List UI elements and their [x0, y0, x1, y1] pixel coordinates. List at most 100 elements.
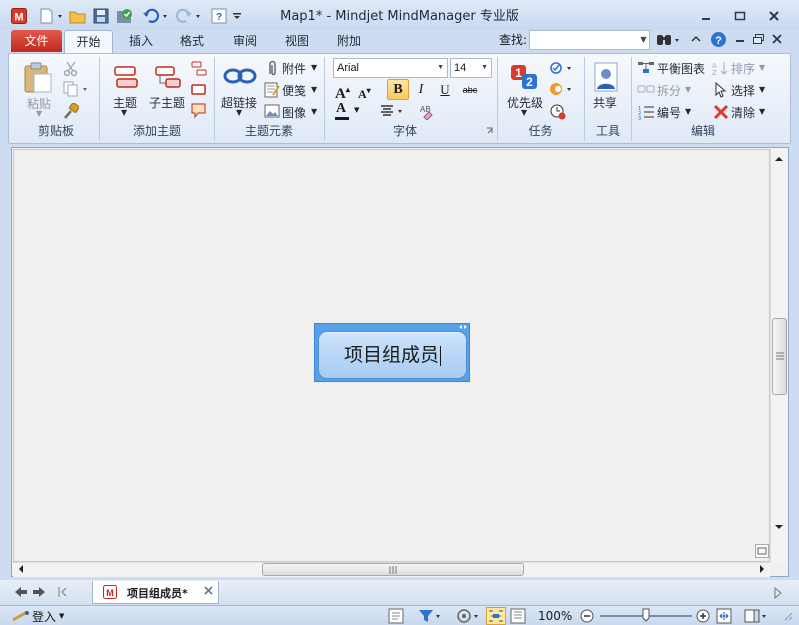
priority-dropdown-icon[interactable]: ▼: [521, 108, 527, 117]
scroll-up-icon[interactable]: [774, 154, 784, 164]
tab-scroll-right-icon[interactable]: [773, 587, 783, 599]
callout-icon[interactable]: [190, 102, 208, 120]
zoom-level: 100%: [538, 609, 573, 623]
help-small-icon[interactable]: ?: [210, 7, 228, 25]
maximize-button[interactable]: [726, 6, 754, 26]
scroll-right-icon[interactable]: [757, 564, 767, 574]
clear-button[interactable]: 清除 ▼: [712, 103, 772, 121]
font-family-dropdown-icon[interactable]: ▼: [437, 59, 444, 77]
vertical-scroll-thumb[interactable]: [772, 318, 787, 395]
filter-icon[interactable]: [418, 608, 444, 624]
customize-toolbar-icon[interactable]: [231, 7, 243, 25]
save-icon[interactable]: [91, 7, 111, 25]
fit-map-icon[interactable]: [716, 608, 732, 624]
next-doc-icon[interactable]: [32, 586, 46, 598]
tab-home[interactable]: 开始: [64, 30, 113, 53]
document-tab[interactable]: M 项目组成员*: [92, 581, 219, 604]
hyperlink-button[interactable]: 超链接 ▼: [219, 60, 261, 118]
font-size-dropdown-icon[interactable]: ▼: [481, 59, 488, 77]
select-button[interactable]: 选择 ▼: [712, 81, 772, 99]
font-family-select[interactable]: Arial ▼: [333, 58, 448, 78]
italic-button[interactable]: I: [412, 81, 430, 99]
doc-restore-icon[interactable]: [752, 33, 766, 47]
font-size-select[interactable]: 14 ▼: [450, 58, 492, 78]
tab-insert[interactable]: 插入: [120, 30, 162, 53]
boundary-icon[interactable]: [190, 82, 208, 98]
scroll-down-icon[interactable]: [774, 522, 784, 532]
tab-list-icon[interactable]: [58, 586, 68, 598]
open-folder-icon[interactable]: [68, 7, 88, 25]
font-group-label: 字体: [392, 124, 417, 138]
font-dialog-launcher-icon[interactable]: [486, 127, 494, 135]
binoculars-icon[interactable]: [656, 32, 682, 48]
doc-close-icon[interactable]: [771, 33, 785, 47]
balance-map-button[interactable]: 平衡图表: [637, 59, 709, 77]
doc-minimize-icon[interactable]: [734, 34, 748, 46]
tab-review[interactable]: 审阅: [224, 30, 266, 53]
clear-format-icon[interactable]: AB: [418, 102, 436, 120]
bold-button[interactable]: B: [387, 79, 409, 100]
outline-view-icon[interactable]: [388, 608, 406, 624]
cut-icon[interactable]: [63, 61, 81, 77]
paste-button[interactable]: 粘贴 ▼: [18, 58, 60, 118]
shrink-font-button[interactable]: A▾: [358, 81, 376, 101]
horizontal-scroll-thumb[interactable]: [262, 563, 524, 576]
sort-button[interactable]: AZ 排序 ▼: [712, 59, 772, 77]
attachment-button[interactable]: 附件 ▼: [263, 59, 323, 77]
app-menu-icon[interactable]: M: [8, 7, 30, 25]
add-subtopic-button[interactable]: 子主题: [148, 60, 188, 118]
map-overview-icon[interactable]: [755, 544, 769, 558]
tab-addins[interactable]: 附加: [328, 30, 370, 53]
task-pane-icon[interactable]: [744, 608, 770, 624]
publish-icon[interactable]: [114, 7, 136, 25]
hyperlink-dropdown-icon[interactable]: ▼: [236, 108, 242, 117]
numbering-button[interactable]: 123 编号 ▼: [637, 103, 697, 121]
resize-grip-icon[interactable]: [781, 609, 793, 623]
zoom-out-icon[interactable]: [580, 609, 594, 623]
align-button[interactable]: [379, 102, 405, 122]
focus-topic-icon[interactable]: [456, 608, 482, 624]
copy-icon[interactable]: [63, 81, 91, 99]
scroll-left-icon[interactable]: [16, 564, 26, 574]
resource-icon[interactable]: [549, 81, 575, 99]
grow-font-button[interactable]: A▴: [335, 81, 353, 102]
map-view-icon[interactable]: [486, 607, 506, 625]
prev-doc-icon[interactable]: [14, 586, 28, 598]
redo-icon[interactable]: [174, 7, 204, 25]
close-button[interactable]: [760, 6, 788, 26]
tab-view[interactable]: 视图: [276, 30, 318, 53]
login-button[interactable]: 登入 ▼: [12, 608, 72, 624]
notes-button[interactable]: 便笺 ▼: [263, 81, 323, 99]
tab-file[interactable]: 文件: [11, 30, 62, 52]
new-file-icon[interactable]: [37, 7, 65, 25]
topic-expand-handle-icon[interactable]: [458, 324, 468, 330]
strikethrough-button[interactable]: abc: [459, 81, 481, 99]
search-input[interactable]: [529, 30, 650, 50]
numbering-label: 编号: [657, 106, 682, 120]
share-button[interactable]: 共享: [589, 60, 623, 118]
search-dropdown-icon[interactable]: ▼: [637, 30, 650, 50]
add-topic-dropdown-icon[interactable]: ▼: [121, 108, 127, 117]
tab-format[interactable]: 格式: [171, 30, 213, 53]
zoom-slider-thumb[interactable]: [642, 608, 650, 622]
priority-button[interactable]: 12 优先级 ▼: [503, 60, 547, 118]
collapse-ribbon-icon[interactable]: [690, 32, 704, 48]
central-topic[interactable]: 项目组成员: [318, 331, 467, 379]
help-icon[interactable]: ?: [710, 31, 728, 49]
format-painter-icon[interactable]: [63, 103, 81, 119]
due-date-icon[interactable]: [549, 103, 567, 121]
floating-topic-icon[interactable]: [190, 60, 208, 78]
text-view-icon[interactable]: [510, 608, 528, 624]
central-topic-text[interactable]: 项目组成员: [344, 344, 439, 366]
font-color-button[interactable]: A ▼: [334, 101, 364, 122]
undo-icon[interactable]: [141, 7, 171, 25]
minimize-button[interactable]: [692, 6, 720, 26]
image-button[interactable]: 图像 ▼: [263, 103, 323, 121]
task-progress-icon[interactable]: [549, 60, 575, 78]
close-tab-icon[interactable]: [203, 582, 215, 598]
split-button[interactable]: 拆分 ▼: [637, 81, 697, 99]
add-topic-button[interactable]: 主题 ▼: [108, 60, 144, 118]
zoom-in-icon[interactable]: [696, 609, 710, 623]
paste-dropdown-icon[interactable]: ▼: [36, 109, 42, 118]
underline-button[interactable]: U: [436, 81, 454, 99]
